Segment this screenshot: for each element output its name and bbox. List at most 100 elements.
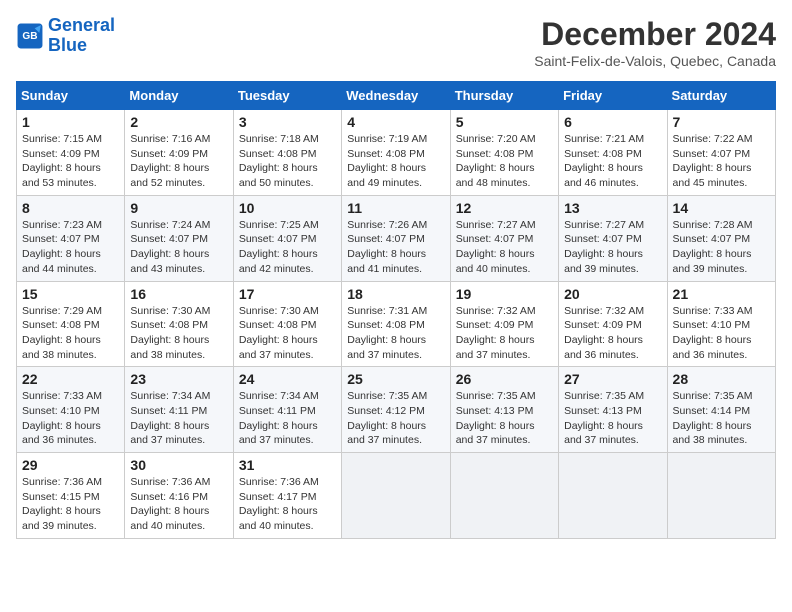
day-info: Sunrise: 7:15 AM Sunset: 4:09 PM Dayligh… [22,132,119,191]
day-info: Sunrise: 7:34 AM Sunset: 4:11 PM Dayligh… [239,389,336,448]
calendar-cell: 18 Sunrise: 7:31 AM Sunset: 4:08 PM Dayl… [342,281,450,367]
calendar-week-row: 29 Sunrise: 7:36 AM Sunset: 4:15 PM Dayl… [17,453,776,539]
day-number: 17 [239,286,336,302]
day-number: 18 [347,286,444,302]
day-number: 23 [130,371,227,387]
day-number: 22 [22,371,119,387]
day-info: Sunrise: 7:32 AM Sunset: 4:09 PM Dayligh… [564,304,661,363]
day-info: Sunrise: 7:30 AM Sunset: 4:08 PM Dayligh… [130,304,227,363]
title-block: December 2024 Saint-Felix-de-Valois, Que… [534,16,776,69]
day-info: Sunrise: 7:36 AM Sunset: 4:17 PM Dayligh… [239,475,336,534]
calendar-cell: 19 Sunrise: 7:32 AM Sunset: 4:09 PM Dayl… [450,281,558,367]
day-info: Sunrise: 7:28 AM Sunset: 4:07 PM Dayligh… [673,218,770,277]
calendar-cell: 29 Sunrise: 7:36 AM Sunset: 4:15 PM Dayl… [17,453,125,539]
logo-icon: GB [16,22,44,50]
svg-text:GB: GB [22,31,37,42]
calendar-cell: 17 Sunrise: 7:30 AM Sunset: 4:08 PM Dayl… [233,281,341,367]
day-info: Sunrise: 7:21 AM Sunset: 4:08 PM Dayligh… [564,132,661,191]
day-number: 14 [673,200,770,216]
calendar-cell: 4 Sunrise: 7:19 AM Sunset: 4:08 PM Dayli… [342,110,450,196]
calendar-cell: 13 Sunrise: 7:27 AM Sunset: 4:07 PM Dayl… [559,195,667,281]
day-info: Sunrise: 7:31 AM Sunset: 4:08 PM Dayligh… [347,304,444,363]
day-number: 13 [564,200,661,216]
weekday-header-friday: Friday [559,82,667,110]
logo: GB General Blue [16,16,115,56]
day-number: 1 [22,114,119,130]
day-info: Sunrise: 7:23 AM Sunset: 4:07 PM Dayligh… [22,218,119,277]
day-info: Sunrise: 7:35 AM Sunset: 4:13 PM Dayligh… [456,389,553,448]
calendar-cell [342,453,450,539]
calendar-cell [667,453,775,539]
calendar-cell: 20 Sunrise: 7:32 AM Sunset: 4:09 PM Dayl… [559,281,667,367]
calendar-cell: 15 Sunrise: 7:29 AM Sunset: 4:08 PM Dayl… [17,281,125,367]
day-number: 19 [456,286,553,302]
day-info: Sunrise: 7:19 AM Sunset: 4:08 PM Dayligh… [347,132,444,191]
calendar-cell: 6 Sunrise: 7:21 AM Sunset: 4:08 PM Dayli… [559,110,667,196]
weekday-header-thursday: Thursday [450,82,558,110]
day-number: 31 [239,457,336,473]
day-info: Sunrise: 7:26 AM Sunset: 4:07 PM Dayligh… [347,218,444,277]
logo-text: General Blue [48,16,115,56]
calendar-cell: 30 Sunrise: 7:36 AM Sunset: 4:16 PM Dayl… [125,453,233,539]
day-info: Sunrise: 7:30 AM Sunset: 4:08 PM Dayligh… [239,304,336,363]
page-header: GB General Blue December 2024 Saint-Feli… [16,16,776,69]
day-info: Sunrise: 7:33 AM Sunset: 4:10 PM Dayligh… [673,304,770,363]
calendar-cell: 16 Sunrise: 7:30 AM Sunset: 4:08 PM Dayl… [125,281,233,367]
calendar-cell: 7 Sunrise: 7:22 AM Sunset: 4:07 PM Dayli… [667,110,775,196]
day-number: 21 [673,286,770,302]
day-number: 9 [130,200,227,216]
calendar-cell [450,453,558,539]
calendar-week-row: 1 Sunrise: 7:15 AM Sunset: 4:09 PM Dayli… [17,110,776,196]
day-info: Sunrise: 7:34 AM Sunset: 4:11 PM Dayligh… [130,389,227,448]
weekday-header-monday: Monday [125,82,233,110]
calendar-week-row: 8 Sunrise: 7:23 AM Sunset: 4:07 PM Dayli… [17,195,776,281]
day-info: Sunrise: 7:22 AM Sunset: 4:07 PM Dayligh… [673,132,770,191]
calendar-cell: 26 Sunrise: 7:35 AM Sunset: 4:13 PM Dayl… [450,367,558,453]
day-number: 25 [347,371,444,387]
calendar-cell: 21 Sunrise: 7:33 AM Sunset: 4:10 PM Dayl… [667,281,775,367]
calendar-cell: 1 Sunrise: 7:15 AM Sunset: 4:09 PM Dayli… [17,110,125,196]
day-number: 2 [130,114,227,130]
calendar-cell: 25 Sunrise: 7:35 AM Sunset: 4:12 PM Dayl… [342,367,450,453]
day-info: Sunrise: 7:36 AM Sunset: 4:16 PM Dayligh… [130,475,227,534]
day-number: 6 [564,114,661,130]
day-info: Sunrise: 7:29 AM Sunset: 4:08 PM Dayligh… [22,304,119,363]
weekday-header-row: SundayMondayTuesdayWednesdayThursdayFrid… [17,82,776,110]
calendar-cell [559,453,667,539]
day-info: Sunrise: 7:35 AM Sunset: 4:13 PM Dayligh… [564,389,661,448]
day-number: 11 [347,200,444,216]
logo-line1: General [48,15,115,35]
day-info: Sunrise: 7:36 AM Sunset: 4:15 PM Dayligh… [22,475,119,534]
calendar-cell: 12 Sunrise: 7:27 AM Sunset: 4:07 PM Dayl… [450,195,558,281]
calendar-cell: 22 Sunrise: 7:33 AM Sunset: 4:10 PM Dayl… [17,367,125,453]
day-number: 30 [130,457,227,473]
weekday-header-tuesday: Tuesday [233,82,341,110]
calendar-cell: 23 Sunrise: 7:34 AM Sunset: 4:11 PM Dayl… [125,367,233,453]
calendar-week-row: 22 Sunrise: 7:33 AM Sunset: 4:10 PM Dayl… [17,367,776,453]
day-number: 4 [347,114,444,130]
calendar-cell: 14 Sunrise: 7:28 AM Sunset: 4:07 PM Dayl… [667,195,775,281]
day-number: 29 [22,457,119,473]
calendar-cell: 10 Sunrise: 7:25 AM Sunset: 4:07 PM Dayl… [233,195,341,281]
day-info: Sunrise: 7:27 AM Sunset: 4:07 PM Dayligh… [456,218,553,277]
day-info: Sunrise: 7:35 AM Sunset: 4:14 PM Dayligh… [673,389,770,448]
calendar-table: SundayMondayTuesdayWednesdayThursdayFrid… [16,81,776,539]
day-number: 28 [673,371,770,387]
calendar-cell: 27 Sunrise: 7:35 AM Sunset: 4:13 PM Dayl… [559,367,667,453]
day-info: Sunrise: 7:25 AM Sunset: 4:07 PM Dayligh… [239,218,336,277]
day-info: Sunrise: 7:16 AM Sunset: 4:09 PM Dayligh… [130,132,227,191]
day-info: Sunrise: 7:35 AM Sunset: 4:12 PM Dayligh… [347,389,444,448]
day-number: 3 [239,114,336,130]
calendar-cell: 2 Sunrise: 7:16 AM Sunset: 4:09 PM Dayli… [125,110,233,196]
calendar-cell: 9 Sunrise: 7:24 AM Sunset: 4:07 PM Dayli… [125,195,233,281]
day-number: 27 [564,371,661,387]
day-number: 5 [456,114,553,130]
day-number: 15 [22,286,119,302]
day-number: 16 [130,286,227,302]
day-number: 20 [564,286,661,302]
day-number: 10 [239,200,336,216]
month-title: December 2024 [534,16,776,53]
day-info: Sunrise: 7:32 AM Sunset: 4:09 PM Dayligh… [456,304,553,363]
calendar-cell: 31 Sunrise: 7:36 AM Sunset: 4:17 PM Dayl… [233,453,341,539]
calendar-week-row: 15 Sunrise: 7:29 AM Sunset: 4:08 PM Dayl… [17,281,776,367]
